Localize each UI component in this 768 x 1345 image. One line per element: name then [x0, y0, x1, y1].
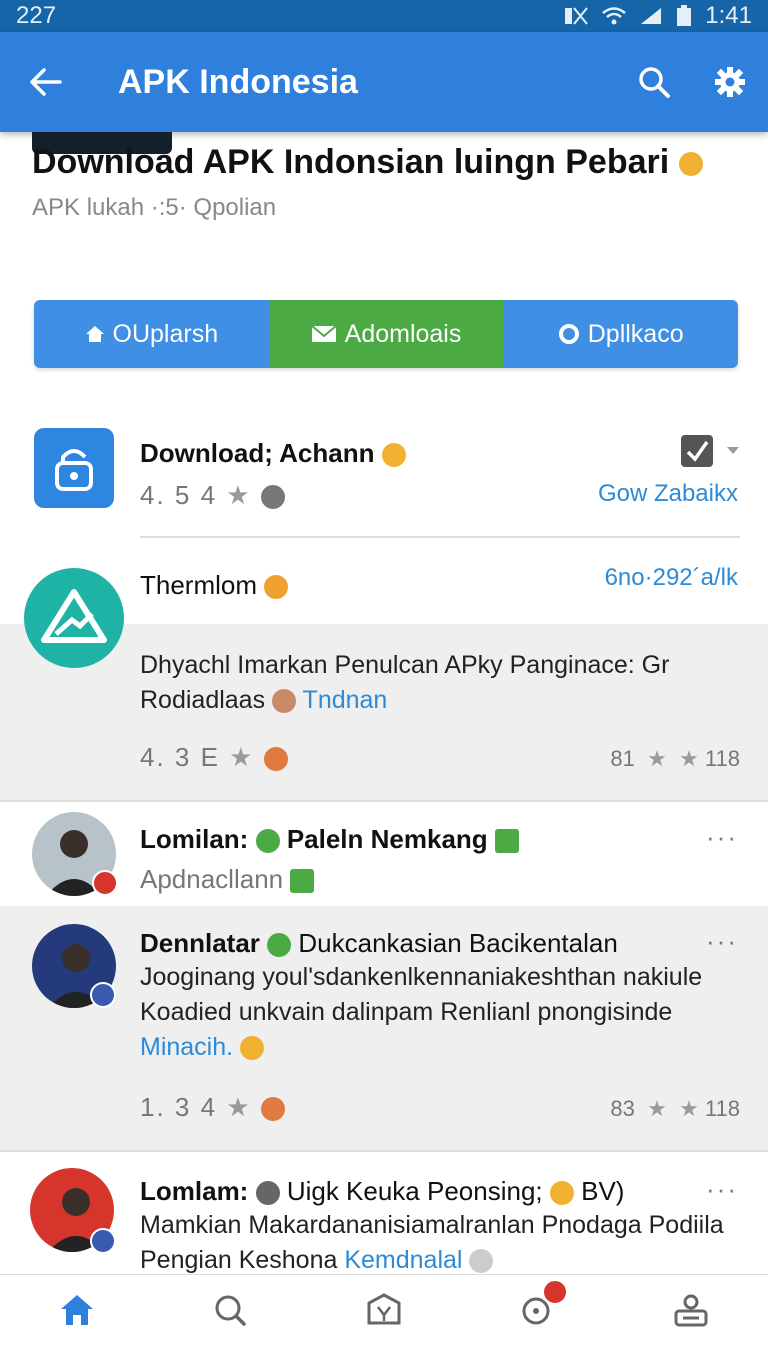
star-icon: ★ [679, 1096, 699, 1121]
search-button[interactable] [616, 32, 692, 132]
search-icon [639, 67, 670, 98]
face-icon [263, 747, 288, 772]
back-button[interactable] [0, 32, 90, 132]
check-circle-icon [255, 829, 280, 854]
description-link[interactable]: Tndnan [303, 686, 388, 714]
star-icon: ★ [647, 746, 667, 771]
count: 118 [704, 746, 740, 771]
count: 118 [704, 1096, 740, 1121]
app-rating: 4. 3 E ★ [140, 742, 288, 773]
page-title: Download APK Indonsian luingn Pebari [32, 140, 732, 184]
list-item-post3[interactable]: Lomlam: Uigk Keuka Peonsing; BV) Mamkian… [0, 1152, 768, 1274]
app-title: APK Indonesia [118, 62, 358, 101]
post-author: Dennlatar Dukcankasian Bacikentalan [140, 928, 618, 958]
status-icons: 1:41 [563, 2, 752, 30]
segmented-tabs: OUplarsh Adomloais Dpllkaco [34, 300, 738, 368]
minus-circle-icon [255, 1181, 280, 1206]
count: 81 [610, 746, 635, 771]
status-badge [92, 870, 118, 896]
tab-application[interactable]: Dpllkaco [503, 300, 738, 368]
star-icon: ★ [226, 1092, 252, 1122]
app-link[interactable]: 6no·292´a/lk [605, 564, 738, 592]
status-time-right: 1:41 [705, 2, 752, 29]
hand-emoji-icon [469, 1249, 494, 1274]
app-name: Thermlom [140, 570, 289, 601]
nav-home[interactable] [37, 1275, 117, 1345]
more-options-button[interactable]: ··· [706, 926, 738, 957]
status-badge [90, 982, 116, 1008]
home-icon [85, 326, 104, 342]
post-author: Lomlam: Uigk Keuka Peonsing; BV) [140, 1176, 625, 1206]
face-icon [264, 575, 289, 600]
more-options-button[interactable]: ··· [706, 1174, 738, 1205]
star-icon: ★ [679, 746, 699, 771]
app-bar: APK Indonesia [0, 32, 768, 132]
list-item-post1[interactable]: Lomilan: Paleln Nemkang Apdnacllann ··· [0, 802, 768, 906]
post-subtitle: Apdnacllann [140, 864, 315, 895]
signal-icon [641, 8, 662, 24]
star-icon: ★ [647, 1096, 667, 1121]
list-item-app2[interactable]: Thermlom 6no·292´a/lk Dhyachl Imarkan Pe… [0, 538, 768, 800]
face-icon [260, 1097, 285, 1122]
check-box-icon [290, 869, 315, 894]
star-icon: ★ [229, 742, 255, 772]
checkbox-icon[interactable] [680, 434, 714, 468]
tab-upload[interactable]: OUplarsh [34, 300, 269, 368]
settings-button[interactable] [692, 32, 768, 132]
status-time-left: 227 [16, 2, 57, 29]
post-rating: 1. 3 4 ★ [140, 1092, 285, 1123]
circle-icon [558, 324, 579, 344]
post-link[interactable]: Minacih. [140, 1033, 233, 1061]
app-link[interactable]: Gow Zabaikx [598, 480, 738, 508]
page-subtitle: APK lukah ·:5· Qpolian [32, 194, 277, 221]
wifi-icon [602, 7, 627, 25]
notification-badge [541, 1278, 568, 1305]
hand-emoji-icon [240, 1036, 265, 1061]
search-icon [215, 1295, 247, 1326]
app-icon [24, 568, 124, 668]
gear-icon [715, 67, 745, 97]
app-rating: 4. 5 4 ★ [140, 480, 285, 511]
arrow-left-icon [30, 68, 62, 96]
stats: 81 ★ ★ 118 [610, 746, 740, 772]
battery-icon [677, 5, 692, 26]
nav-notifications[interactable] [498, 1275, 578, 1345]
count: 83 [610, 1096, 635, 1121]
stats: 83 ★ ★ 118 [610, 1096, 740, 1122]
tab-download[interactable]: Adomloais [268, 300, 504, 368]
app-name: Download; Achann [140, 438, 406, 469]
sparkle-emoji-icon [549, 1181, 574, 1206]
mountain-icon [41, 589, 107, 643]
nav-library[interactable] [344, 1275, 424, 1345]
list-item-app1[interactable]: Download; Achann 4. 5 4 ★ Gow Zabaikx [0, 400, 768, 535]
bottom-navigation [0, 1274, 768, 1344]
badge-icon [494, 829, 519, 854]
profile-icon [674, 1294, 708, 1326]
nfc-icon [565, 7, 589, 25]
list-item-post2[interactable]: Dennlatar Dukcankasian Bacikentalan Joog… [0, 906, 768, 1150]
post-body: Mamkian Makardananisiamalranlan Pnodaga … [140, 1211, 724, 1274]
post-body: Jooginang youl'sdankenlkennaniakeshthan … [140, 963, 703, 1061]
person-emoji-icon [272, 689, 297, 714]
shield-icon [367, 1292, 401, 1324]
hand-emoji-icon [381, 443, 406, 468]
app-description: Dhyachl Imarkan Penulcan APky Panginace:… [140, 651, 670, 714]
home-icon [60, 1294, 93, 1325]
check-circle-icon [267, 933, 292, 958]
mail-icon [311, 325, 337, 342]
post-link[interactable]: Kemdnalal [344, 1246, 462, 1274]
app-icon [34, 428, 114, 508]
hand-emoji-icon [678, 152, 703, 177]
chevron-down-icon[interactable] [726, 446, 740, 456]
lock-icon [55, 449, 93, 491]
post-author: Lomilan: Paleln Nemkang [140, 824, 519, 855]
more-options-button[interactable]: ··· [706, 822, 738, 853]
status-badge [90, 1228, 116, 1254]
nav-profile[interactable] [651, 1275, 731, 1345]
page-header: Download APK Indonsian luingn Pebari APK… [32, 132, 732, 222]
face-icon [260, 485, 285, 510]
status-bar: 227 1:41 [0, 0, 768, 32]
star-icon: ★ [226, 480, 252, 510]
nav-search[interactable] [190, 1275, 270, 1345]
